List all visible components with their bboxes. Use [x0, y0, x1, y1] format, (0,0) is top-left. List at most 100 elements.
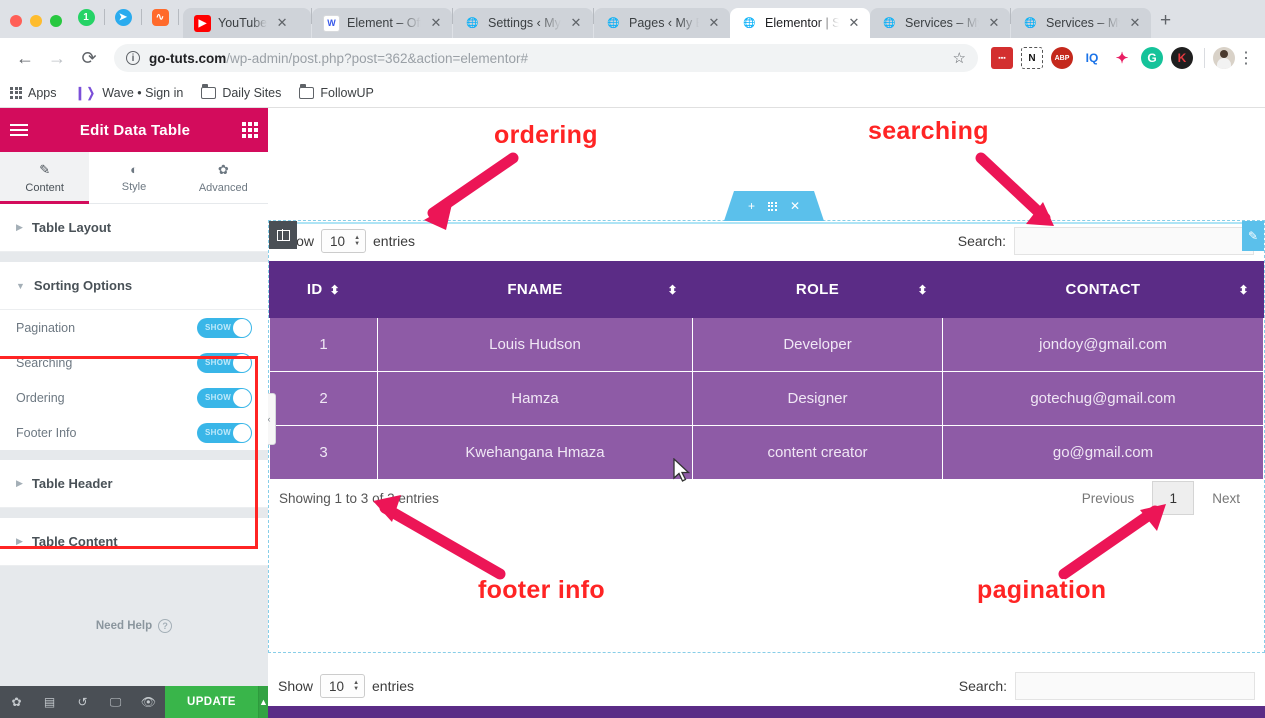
tab-element-off[interactable]: W Element – Off ✕ — [312, 8, 452, 38]
chrome-menu-icon[interactable]: ⋮ — [1237, 48, 1255, 68]
column-header-designation[interactable]: DESIGNATION ⬍ — [683, 706, 924, 718]
iq-extension-icon[interactable]: IQ — [1081, 47, 1103, 69]
column-label: ROLE — [795, 281, 840, 298]
tab-services-2[interactable]: 🌐 Services – My ✕ — [1011, 8, 1151, 38]
panel-collapse-button[interactable]: ‹ — [268, 393, 276, 445]
tab-services-1[interactable]: 🌐 Services – My ✕ — [870, 8, 1010, 38]
back-button[interactable]: ← — [10, 43, 40, 73]
globe-icon: 🌐 — [466, 17, 479, 29]
option-label: Pagination — [16, 320, 76, 335]
footer-info-toggle[interactable]: SHOW — [197, 422, 252, 443]
add-section-icon[interactable]: + — [748, 199, 755, 213]
search-input-2[interactable] — [1015, 672, 1255, 700]
minimize-window-button[interactable] — [30, 15, 42, 27]
bookmarks-bar: Apps ❙❭ Wave • Sign in Daily Sites Follo… — [0, 78, 1265, 108]
option-footer-info[interactable]: Footer Info SHOW — [0, 415, 268, 450]
tab-style[interactable]: ◐ Style — [89, 152, 178, 203]
tab-advanced[interactable]: ✿ Advanced — [179, 152, 268, 203]
responsive-icon[interactable]: 🖵 — [99, 695, 132, 710]
layers-icon[interactable]: ▤ — [33, 695, 66, 709]
column-header-name[interactable]: NAME ⬍ — [393, 706, 684, 718]
history-icon[interactable]: ↺ — [66, 695, 99, 709]
menu-icon[interactable] — [10, 124, 28, 136]
adblock-plus-extension-icon[interactable]: ABP — [1051, 47, 1073, 69]
close-icon[interactable]: ✕ — [846, 15, 862, 31]
grammarly-extension-icon[interactable]: G — [1141, 47, 1163, 69]
close-icon[interactable]: ✕ — [706, 15, 722, 31]
new-tab-button[interactable]: + — [1151, 10, 1180, 38]
edit-widget-button[interactable]: ✎ — [1242, 221, 1264, 251]
annotation-searching: searching — [868, 117, 989, 145]
tab-elementor[interactable]: 🌐 Elementor | S ✕ — [730, 8, 870, 38]
column-header-contact[interactable]: CONTACT ⬍ — [942, 261, 1264, 318]
toggle-label: SHOW — [205, 358, 232, 367]
section-table-content[interactable]: ▶ Table Content — [0, 518, 268, 566]
settings-icon[interactable]: ✿ — [0, 695, 33, 709]
pagination-toggle[interactable]: SHOW — [197, 317, 252, 338]
bookmark-followup[interactable]: FollowUP — [299, 83, 374, 100]
section-table-layout[interactable]: ▶ Table Layout — [0, 204, 268, 252]
ordering-toggle[interactable]: SHOW — [197, 387, 252, 408]
searching-toggle[interactable]: SHOW — [197, 352, 252, 373]
close-icon[interactable]: ✕ — [274, 15, 290, 31]
tab-pages[interactable]: 🌐 Pages ‹ My Bl ✕ — [594, 8, 730, 38]
delete-section-icon[interactable]: ✕ — [790, 199, 800, 213]
option-searching[interactable]: Searching SHOW — [0, 345, 268, 380]
divider — [0, 450, 268, 460]
url-text: go-tuts.com/wp-admin/post.php?post=362&a… — [149, 51, 528, 66]
bookmark-star-icon[interactable]: ☆ — [953, 49, 966, 67]
gear-icon: ✿ — [217, 161, 229, 177]
section-table-header[interactable]: ▶ Table Header — [0, 460, 268, 508]
preview-icon[interactable]: 👁 — [132, 695, 165, 709]
whatsapp-pinned-tab[interactable]: 1 — [72, 4, 100, 30]
section-label: Sorting Options — [33, 278, 133, 293]
close-window-button[interactable] — [10, 15, 22, 27]
widget-handle[interactable] — [269, 221, 297, 249]
reload-button[interactable]: ⟳ — [74, 43, 104, 73]
close-icon[interactable]: ✕ — [568, 15, 584, 31]
option-ordering[interactable]: Ordering SHOW — [0, 380, 268, 415]
section-toolbar[interactable]: + ✕ — [724, 191, 824, 221]
section-sorting-options[interactable]: ▼ Sorting Options — [0, 262, 268, 310]
bookmark-wave[interactable]: ❙❭ Wave • Sign in — [75, 85, 184, 101]
need-help-link[interactable]: Need Help ? — [96, 619, 173, 633]
widgets-grid-icon[interactable] — [242, 122, 258, 138]
telegram-pinned-tab[interactable]: ➤ — [109, 4, 137, 30]
column-header-fname[interactable]: FNAME ⬍ — [377, 261, 693, 318]
maximize-window-button[interactable] — [50, 15, 62, 27]
close-icon[interactable]: ✕ — [986, 15, 1002, 31]
column-header-no[interactable]: NO⬍ — [268, 706, 394, 718]
column-header-role[interactable]: ROLE ⬍ — [692, 261, 943, 318]
toggle-label: SHOW — [205, 323, 232, 332]
kaspersky-extension-icon[interactable]: K — [1171, 47, 1193, 69]
question-mark-icon: ? — [158, 619, 173, 633]
panel-header: Edit Data Table — [0, 108, 268, 152]
bookmark-apps[interactable]: Apps — [10, 86, 57, 100]
divider — [141, 9, 142, 25]
update-options-caret-icon[interactable]: ▲ — [257, 686, 268, 718]
forward-button[interactable]: → — [42, 43, 72, 73]
tab-youtube[interactable]: ▶ YouTube ✕ — [183, 8, 311, 38]
profile-avatar[interactable] — [1213, 47, 1235, 69]
column-header-email[interactable]: EMAIL ⬍ — [923, 706, 1265, 718]
close-icon[interactable]: ✕ — [428, 15, 444, 31]
tab-settings[interactable]: 🌐 Settings ‹ My ✕ — [453, 8, 593, 38]
site-info-icon[interactable]: i — [126, 51, 140, 65]
drag-handle-icon[interactable] — [767, 201, 777, 211]
window-controls[interactable] — [8, 15, 72, 38]
notion-extension-icon[interactable]: N — [1021, 47, 1043, 69]
tab-label: Services – My — [1046, 16, 1120, 30]
option-pagination[interactable]: Pagination SHOW — [0, 310, 268, 345]
bookmark-daily-sites[interactable]: Daily Sites — [201, 83, 281, 100]
elementor-section[interactable]: + ✕ ✎ Show 10 ▲▼ entries Sea — [268, 191, 1265, 653]
column-header-id[interactable]: ID ⬍ — [269, 261, 378, 318]
close-icon[interactable]: ✕ — [1127, 15, 1143, 31]
update-button[interactable]: UPDATE — [165, 686, 258, 718]
colorzilla-extension-icon[interactable]: ✦ — [1111, 47, 1133, 69]
bookmark-label: Apps — [28, 85, 57, 100]
analytics-pinned-tab[interactable]: ∿ — [146, 4, 174, 30]
tab-content[interactable]: ✎ Content — [0, 152, 90, 204]
address-bar[interactable]: i go-tuts.com/wp-admin/post.php?post=362… — [114, 44, 978, 72]
page-length-select-2[interactable]: 10 ▲ ▼ — [320, 674, 366, 698]
lastpass-extension-icon[interactable]: ▪▪▪ — [991, 47, 1013, 69]
